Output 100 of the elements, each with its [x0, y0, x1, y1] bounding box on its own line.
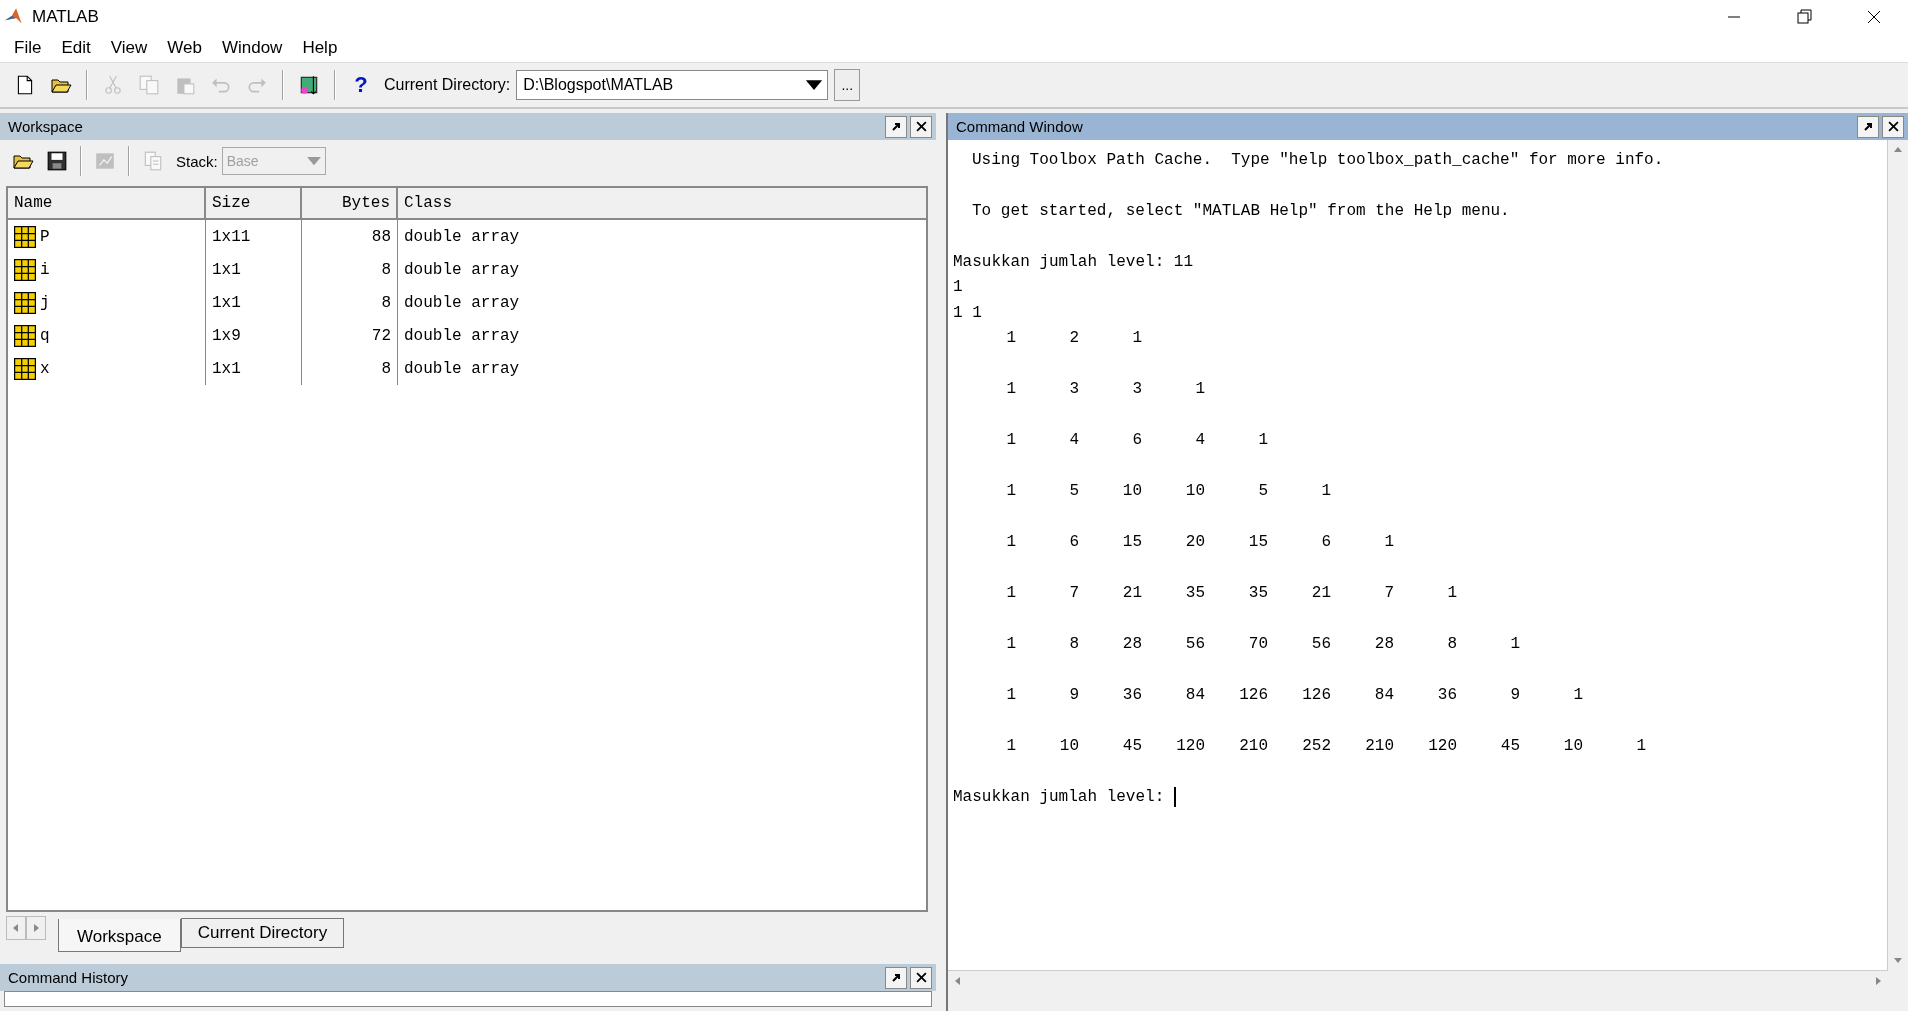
- vertical-scrollbar[interactable]: [1887, 140, 1908, 970]
- matrix-value: 3: [1068, 380, 1079, 399]
- matrix-value: 4: [1194, 431, 1205, 450]
- matrix-value: 1: [1005, 380, 1016, 399]
- panel-title: Command History: [8, 969, 129, 986]
- column-header[interactable]: Name: [8, 188, 206, 218]
- close-button[interactable]: [910, 115, 932, 138]
- table-cell: 1x1: [206, 286, 302, 319]
- matrix-value: 7: [1068, 584, 1079, 603]
- matrix-value: 35: [1247, 584, 1268, 603]
- output-line: Masukkan jumlah level: 11: [953, 252, 1194, 271]
- current-directory-field[interactable]: D:\Blogspot\MATLAB: [516, 70, 829, 100]
- close-icon: [915, 121, 927, 132]
- matrix-value: 36: [1436, 686, 1457, 705]
- matrix-value: 1: [1005, 686, 1016, 705]
- tab[interactable]: Workspace: [58, 919, 181, 952]
- matrix-value: 1: [1572, 686, 1583, 705]
- table-cell-text: double array: [403, 358, 521, 380]
- scroll-left-icon[interactable]: [953, 976, 963, 986]
- matrix-value: 1: [1194, 380, 1205, 399]
- matrix-value: 1: [1005, 635, 1016, 654]
- menu-item[interactable]: Help: [292, 38, 348, 58]
- matrix-value: 7: [1383, 584, 1394, 603]
- matrix-grid-icon: [14, 357, 36, 380]
- matrix-value: 1: [1005, 737, 1016, 756]
- matrix-value: 9: [1068, 686, 1079, 705]
- output-line: Using Toolbox Path Cache. Type "help toolbox_path_cache" for more info.: [972, 150, 1664, 169]
- matrix-value: 9: [1509, 686, 1520, 705]
- matrix-value: 3: [1131, 380, 1142, 399]
- matrix-value: 1: [1005, 584, 1016, 603]
- matrix-value: 10: [1184, 482, 1205, 501]
- matrix-grid-icon: [14, 291, 36, 314]
- scroll-right-icon[interactable]: [31, 923, 41, 933]
- matrix-value: 28: [1121, 635, 1142, 654]
- menu-item[interactable]: File: [4, 38, 52, 58]
- table-cell-text: double array: [403, 259, 521, 281]
- menu-item[interactable]: Window: [211, 38, 293, 58]
- matrix-value: 15: [1247, 533, 1268, 552]
- menu-item[interactable]: Web: [157, 38, 212, 58]
- table-cell: 1x11: [206, 220, 302, 253]
- matrix-value: 1: [1635, 737, 1646, 756]
- help-button[interactable]: ?: [346, 72, 376, 98]
- block-diagram-icon[interactable]: [298, 74, 320, 96]
- matrix-grid-icon: [14, 324, 36, 347]
- panel-title: Command Window: [956, 118, 1083, 135]
- output-line: To get started, select "MATLAB Help" from the Help menu.: [972, 201, 1510, 220]
- menu-item[interactable]: View: [100, 38, 158, 58]
- close-button[interactable]: [910, 966, 932, 989]
- variable-name[interactable]: P: [40, 227, 50, 246]
- diagonal-arrow-icon: [1863, 121, 1873, 132]
- matrix-value: 1: [1446, 584, 1457, 603]
- matrix-value: 45: [1121, 737, 1142, 756]
- matrix-value: 1: [1005, 533, 1016, 552]
- scroll-right-icon[interactable]: [1873, 976, 1883, 986]
- panel-title: Workspace: [8, 118, 83, 135]
- variable-name[interactable]: q: [40, 326, 50, 345]
- table-cell: 72: [302, 319, 398, 352]
- command-prompt: Masukkan jumlah level:: [953, 788, 1165, 807]
- diagonal-arrow-icon: [891, 972, 901, 983]
- matrix-value: 1: [1131, 329, 1142, 348]
- matrix-value: 1: [1005, 482, 1016, 501]
- restore-button[interactable]: [1794, 7, 1814, 27]
- scroll-up-icon[interactable]: [1893, 145, 1903, 155]
- scroll-down-icon[interactable]: [1893, 955, 1903, 965]
- matrix-value: 1: [1320, 482, 1331, 501]
- table-cell-text: double array: [403, 226, 521, 248]
- matrix-value: 1: [1005, 329, 1016, 348]
- matrix-value: 8: [1446, 635, 1457, 654]
- column-header[interactable]: Bytes: [302, 188, 398, 218]
- matrix-value: 120: [1175, 737, 1205, 756]
- matrix-value: 10: [1121, 482, 1142, 501]
- variable-name[interactable]: i: [40, 260, 50, 279]
- undock-button[interactable]: [885, 966, 907, 989]
- variable-name[interactable]: j: [40, 293, 50, 312]
- matrix-value: 20: [1184, 533, 1205, 552]
- table-cell: 88: [302, 220, 398, 253]
- variable-name[interactable]: x: [40, 359, 50, 378]
- close-button[interactable]: [1882, 115, 1904, 138]
- matrix-value: 56: [1310, 635, 1331, 654]
- menu-item[interactable]: Edit: [51, 38, 101, 58]
- table-cell: 8: [302, 286, 398, 319]
- table-cell: 1x1: [206, 352, 302, 385]
- table-cell-text: double array: [403, 292, 521, 314]
- undock-button[interactable]: [885, 115, 907, 138]
- undock-button[interactable]: [1857, 115, 1879, 138]
- text-cursor: [1174, 787, 1177, 808]
- scroll-left-icon[interactable]: [11, 923, 21, 933]
- current-directory-label: Current Directory:: [384, 76, 511, 94]
- matrix-value: 1: [1005, 431, 1016, 450]
- close-icon: [915, 972, 927, 983]
- tab[interactable]: Current Directory: [180, 918, 345, 948]
- table-cell-text: double array: [403, 325, 521, 347]
- column-header[interactable]: Size: [206, 188, 302, 218]
- matrix-value: 120: [1427, 737, 1457, 756]
- matrix-value: 126: [1301, 686, 1331, 705]
- column-header[interactable]: Class: [398, 188, 926, 218]
- browse-button[interactable]: ...: [834, 69, 861, 101]
- matrix-value: 5: [1068, 482, 1079, 501]
- matrix-value: 15: [1121, 533, 1142, 552]
- matrix-value: 8: [1068, 635, 1079, 654]
